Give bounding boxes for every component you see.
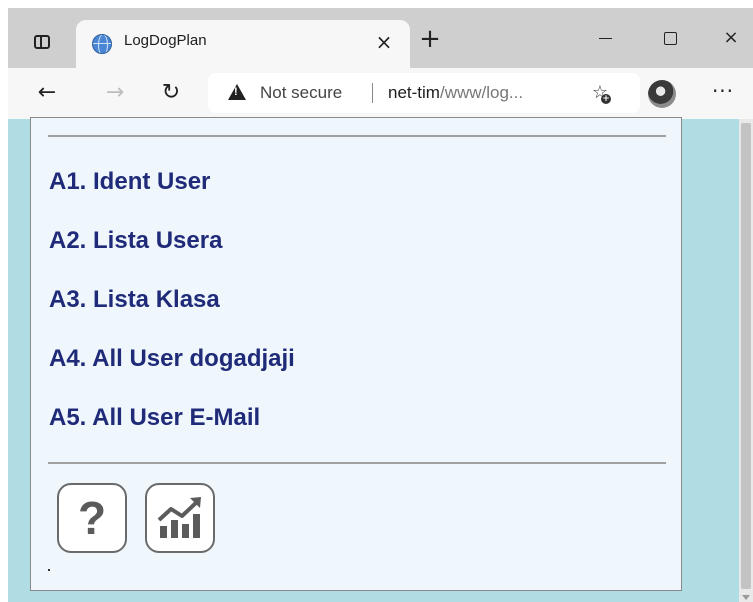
menu-link-all-user-dogadjaji[interactable]: A4. All User dogadjaji (49, 345, 295, 373)
active-tab[interactable]: LogDogPlan × (76, 20, 410, 68)
minimize-icon (598, 37, 612, 39)
back-button[interactable]: ← (32, 78, 62, 108)
chart-trend-icon (157, 497, 201, 538)
plus-badge-icon: + (601, 94, 611, 104)
top-divider (48, 135, 666, 137)
star-add-icon[interactable]: ☆ (586, 79, 614, 107)
page-viewport: A1. Ident User A2. Lista Usera A3. Lista… (8, 117, 753, 602)
maximize-button[interactable] (655, 24, 685, 52)
scroll-thumb[interactable] (741, 123, 751, 589)
stats-button[interactable] (145, 483, 215, 553)
tab-title: LogDogPlan (124, 32, 207, 49)
menu-link-lista-usera[interactable]: A2. Lista Usera (49, 227, 222, 255)
tab-actions-button[interactable] (28, 28, 56, 56)
menu-link-all-user-email[interactable]: A5. All User E-Mail (49, 404, 260, 432)
warning-triangle-icon[interactable] (228, 84, 246, 100)
tab-strip: LogDogPlan × + × (8, 8, 753, 68)
globe-icon (92, 34, 112, 54)
forward-button[interactable]: → (100, 78, 130, 108)
address-bar[interactable]: Not secure net-tim/www/log... ☆ + (208, 73, 640, 113)
tab-actions-icon (34, 35, 50, 49)
browser-window: LogDogPlan × + × ← → ↻ Not secure net-ti… (8, 8, 753, 602)
reload-button[interactable]: ↻ (156, 78, 186, 108)
menu-link-ident-user[interactable]: A1. Ident User (49, 168, 210, 196)
vertical-scrollbar[interactable] (739, 119, 753, 602)
tab-close-button[interactable]: × (372, 30, 396, 54)
security-label[interactable]: Not secure (260, 83, 342, 103)
address-separator (372, 83, 373, 103)
help-button[interactable]: ? (57, 483, 127, 553)
url-path: /www/log... (439, 83, 524, 102)
avatar[interactable] (648, 80, 676, 108)
new-tab-button[interactable]: + (416, 25, 444, 53)
question-mark-icon: ? (77, 492, 107, 544)
bottom-divider (48, 462, 666, 464)
minimize-button[interactable] (590, 24, 620, 52)
browser-toolbar: ← → ↻ Not secure net-tim/www/log... ☆ + … (8, 68, 753, 119)
close-window-button[interactable]: × (716, 24, 746, 52)
menu-panel: A1. Ident User A2. Lista Usera A3. Lista… (30, 117, 682, 591)
menu-link-lista-klasa[interactable]: A3. Lista Klasa (49, 286, 220, 314)
more-menu-button[interactable]: ··· (708, 78, 738, 108)
scroll-down-arrow-icon[interactable] (742, 595, 750, 600)
url-text[interactable]: net-tim/www/log... (388, 83, 523, 103)
url-host: net-tim (388, 83, 440, 102)
stray-dot (48, 569, 50, 571)
maximize-icon (663, 31, 677, 45)
